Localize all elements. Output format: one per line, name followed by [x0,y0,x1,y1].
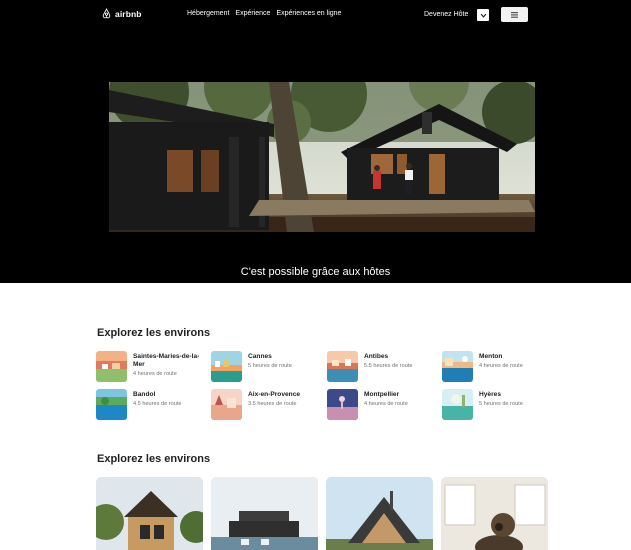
language-button[interactable] [477,9,489,21]
destination-name: Cannes [248,353,272,360]
hamburger-icon [511,11,518,18]
destination-drive-time: 3.5 heures de route [248,401,297,407]
user-menu-button[interactable] [501,7,528,22]
destination-drive-time: 4 heures de route [479,363,523,369]
destination-thumbnail [442,351,473,382]
nav-experiences[interactable]: Expérience [235,10,270,17]
hero-section: airbnb Hébergement Expérience Expérience… [0,0,631,283]
main-nav: Hébergement Expérience Expériences en li… [187,10,341,17]
destination-thumbnail [442,389,473,420]
destination-item[interactable]: Menton 4 heures de route [442,351,554,382]
destination-drive-time: 5 heures de route [248,363,292,369]
nav-accommodation[interactable]: Hébergement [187,10,229,17]
listing-card-image[interactable] [96,477,203,550]
destination-thumbnail [211,351,242,382]
destination-drive-time: 4.5 heures de route [133,401,182,407]
destination-name: Hyères [479,391,501,398]
destination-item[interactable]: Antibes 5.5 heures de route [327,351,439,382]
destination-item[interactable]: Bandol 4.5 heures de route [96,389,208,420]
destination-drive-time: 5 heures de route [479,401,523,407]
destination-name: Saintes-Maries-de-la-Mer [133,353,200,368]
destination-item[interactable]: Montpellier 4 heures de route [327,389,439,420]
destination-name: Antibes [364,353,389,360]
destination-thumbnail [96,351,127,382]
hero-image [109,82,535,232]
destination-name: Menton [479,353,503,360]
destination-item[interactable]: Aix-en-Provence 3.5 heures de route [211,389,323,420]
become-host-link[interactable]: Devenez Hôte [424,11,468,18]
airbnb-logo-icon [102,8,111,19]
destination-item[interactable]: Cannes 5 heures de route [211,351,323,382]
airbnb-logo[interactable]: airbnb [101,8,142,19]
destination-name: Bandol [133,391,156,398]
chevron-down-icon [480,13,486,18]
destination-drive-time: 5.5 heures de route [364,363,413,369]
destination-item[interactable]: Saintes-Maries-de-la-Mer 4 heures de rou… [96,351,208,382]
explore-title-2: Explorez les environs [97,453,211,465]
destination-name: Aix-en-Provence [248,391,301,398]
destination-item[interactable]: Hyères 5 heures de route [442,389,554,420]
logo-text: airbnb [115,8,142,19]
destination-thumbnail [327,351,358,382]
destination-name: Montpellier [364,391,400,398]
top-navigation: airbnb Hébergement Expérience Expérience… [0,0,631,30]
destination-thumbnail [211,389,242,420]
explore-title: Explorez les environs [97,327,211,339]
destination-drive-time: 4 heures de route [364,401,408,407]
listing-card-image[interactable] [326,477,433,550]
listing-card-image[interactable] [441,477,548,550]
nav-online-experiences[interactable]: Expériences en ligne [276,10,341,17]
destination-drive-time: 4 heures de route [133,371,177,377]
destination-thumbnail [327,389,358,420]
hero-caption: C'est possible grâce aux hôtes [240,266,391,278]
cabin-photo [109,82,535,232]
destination-thumbnail [96,389,127,420]
listing-card-image[interactable] [211,477,318,550]
